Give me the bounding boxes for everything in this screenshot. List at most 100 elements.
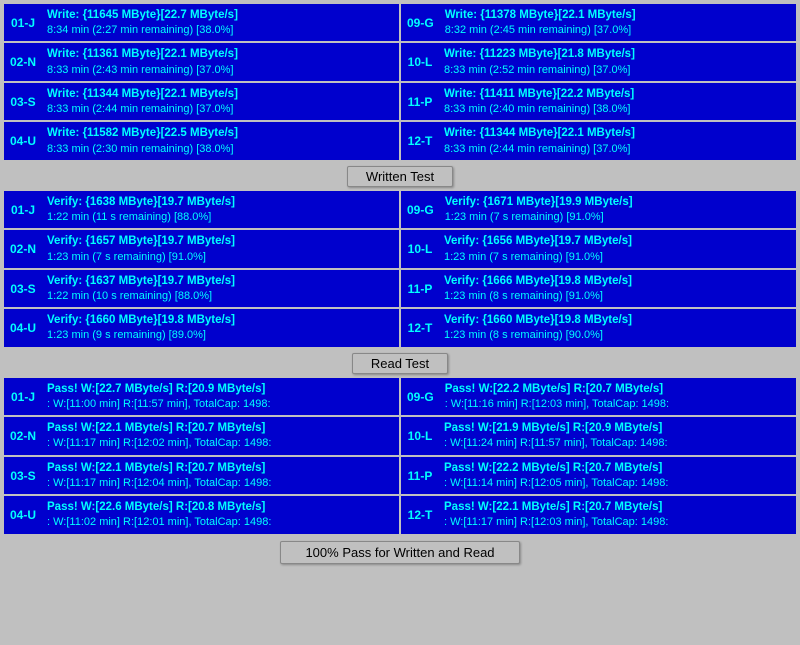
- left-line2-1: 8:33 min (2:43 min remaining) [37.0%]: [47, 63, 394, 78]
- right-content-3: Write: {11344 MByte}[22.1 MByte/s]8:33 m…: [439, 122, 796, 159]
- left-line2-0: : W:[11:00 min] R:[11:57 min], TotalCap:…: [47, 397, 394, 412]
- left-line1-3: Verify: {1660 MByte}[19.8 MByte/s]: [47, 312, 394, 328]
- left-label-3: 04-U: [4, 496, 42, 533]
- left-content-2: Write: {11344 MByte}[22.1 MByte/s]8:33 m…: [42, 83, 399, 120]
- left-content-0: Write: {11645 MByte}[22.7 MByte/s]8:34 m…: [42, 4, 399, 41]
- read-test-divider: Read Test: [4, 349, 796, 378]
- right-line1-2: Write: {11411 MByte}[22.2 MByte/s]: [444, 86, 791, 102]
- right-line1-0: Verify: {1671 MByte}[19.9 MByte/s]: [445, 194, 791, 210]
- grid-row-0: 01-J Pass! W:[22.7 MByte/s] R:[20.9 MByte…: [4, 378, 796, 415]
- right-line2-1: : W:[11:24 min] R:[11:57 min], TotalCap:…: [444, 436, 791, 451]
- left-cell-2: 03-SPass! W:[22.1 MByte/s] R:[20.7 MByte…: [4, 457, 399, 494]
- left-label-0: 01-J: [4, 378, 42, 415]
- grid-row-2: 03-SPass! W:[22.1 MByte/s] R:[20.7 MByte…: [4, 457, 796, 494]
- right-cell-1: 10-LWrite: {11223 MByte}[21.8 MByte/s]8:…: [401, 43, 796, 80]
- left-cell-2: 03-SWrite: {11344 MByte}[22.1 MByte/s]8:…: [4, 83, 399, 120]
- right-line2-0: 1:23 min (7 s remaining) [91.0%]: [445, 210, 791, 225]
- left-cell-3: 04-UVerify: {1660 MByte}[19.8 MByte/s]1:…: [4, 309, 399, 346]
- left-line2-1: 1:23 min (7 s remaining) [91.0%]: [47, 250, 394, 265]
- verify-section: 01-JVerify: {1638 MByte}[19.7 MByte/s]1:…: [4, 191, 796, 347]
- grid-row-0: 01-JVerify: {1638 MByte}[19.7 MByte/s]1:…: [4, 191, 796, 228]
- left-cell-0: 01-J Pass! W:[22.7 MByte/s] R:[20.9 MByte…: [4, 378, 399, 415]
- right-line1-2: Verify: {1666 MByte}[19.8 MByte/s]: [444, 273, 791, 289]
- right-label-0: 09-G: [401, 191, 440, 228]
- left-line1-2: Pass! W:[22.1 MByte/s] R:[20.7 MByte/s]: [47, 460, 394, 476]
- left-content-2: Pass! W:[22.1 MByte/s] R:[20.7 MByte/s]:…: [42, 457, 399, 494]
- right-line2-1: 1:23 min (7 s remaining) [91.0%]: [444, 250, 791, 265]
- written-test-divider: Written Test: [4, 162, 796, 191]
- left-line1-0: Pass! W:[22.7 MByte/s] R:[20.9 MByte/s]: [47, 381, 394, 397]
- left-line2-0: 8:34 min (2:27 min remaining) [38.0%]: [47, 23, 394, 38]
- left-line1-0: Verify: {1638 MByte}[19.7 MByte/s]: [47, 194, 394, 210]
- left-cell-1: 02-NPass! W:[22.1 MByte/s] R:[20.7 MByte…: [4, 417, 399, 454]
- left-label-1: 02-N: [4, 417, 42, 454]
- right-line1-3: Verify: {1660 MByte}[19.8 MByte/s]: [444, 312, 791, 328]
- read-test-label: Read Test: [352, 353, 448, 374]
- left-cell-3: 04-UWrite: {11582 MByte}[22.5 MByte/s]8:…: [4, 122, 399, 159]
- left-line2-3: 8:33 min (2:30 min remaining) [38.0%]: [47, 142, 394, 157]
- left-line2-1: : W:[11:17 min] R:[12:02 min], TotalCap:…: [47, 436, 394, 451]
- grid-row-2: 03-SVerify: {1637 MByte}[19.7 MByte/s]1:…: [4, 270, 796, 307]
- right-cell-3: 12-T Pass! W:[22.1 MByte/s] R:[20.7 MByte…: [401, 496, 796, 533]
- right-label-1: 10-L: [401, 230, 439, 267]
- left-line1-1: Write: {11361 MByte}[22.1 MByte/s]: [47, 46, 394, 62]
- left-label-2: 03-S: [4, 457, 42, 494]
- left-content-3: Write: {11582 MByte}[22.5 MByte/s]8:33 m…: [42, 122, 399, 159]
- left-content-3: Verify: {1660 MByte}[19.8 MByte/s]1:23 m…: [42, 309, 399, 346]
- grid-row-1: 02-NWrite: {11361 MByte}[22.1 MByte/s]8:…: [4, 43, 796, 80]
- right-label-1: 10-L: [401, 43, 439, 80]
- right-label-0: 09-G: [401, 378, 440, 415]
- left-line1-1: Pass! W:[22.1 MByte/s] R:[20.7 MByte/s]: [47, 420, 394, 436]
- right-label-2: 11-P: [401, 83, 439, 120]
- left-label-0: 01-J: [4, 4, 42, 41]
- right-cell-2: 11-PWrite: {11411 MByte}[22.2 MByte/s]8:…: [401, 83, 796, 120]
- right-line1-1: Pass! W:[21.9 MByte/s] R:[20.9 MByte/s]: [444, 420, 791, 436]
- right-line1-2: Pass! W:[22.2 MByte/s] R:[20.7 MByte/s]: [444, 460, 791, 476]
- left-content-1: Pass! W:[22.1 MByte/s] R:[20.7 MByte/s]:…: [42, 417, 399, 454]
- left-content-2: Verify: {1637 MByte}[19.7 MByte/s]1:22 m…: [42, 270, 399, 307]
- right-line2-1: 8:33 min (2:52 min remaining) [37.0%]: [444, 63, 791, 78]
- left-line2-3: : W:[11:02 min] R:[12:01 min], TotalCap:…: [47, 515, 394, 530]
- left-label-2: 03-S: [4, 270, 42, 307]
- left-cell-1: 02-NVerify: {1657 MByte}[19.7 MByte/s]1:…: [4, 230, 399, 267]
- left-line2-0: 1:22 min (11 s remaining) [88.0%]: [47, 210, 394, 225]
- left-cell-1: 02-NWrite: {11361 MByte}[22.1 MByte/s]8:…: [4, 43, 399, 80]
- grid-row-3: 04-UWrite: {11582 MByte}[22.5 MByte/s]8:…: [4, 122, 796, 159]
- right-cell-1: 10-LVerify: {1656 MByte}[19.7 MByte/s]1:…: [401, 230, 796, 267]
- right-line2-0: 8:32 min (2:45 min remaining) [37.0%]: [445, 23, 791, 38]
- left-content-1: Verify: {1657 MByte}[19.7 MByte/s]1:23 m…: [42, 230, 399, 267]
- left-line2-2: : W:[11:17 min] R:[12:04 min], TotalCap:…: [47, 476, 394, 491]
- left-cell-0: 01-J Verify: {1638 MByte}[19.7 MByte/s]1:…: [4, 191, 399, 228]
- right-content-2: Pass! W:[22.2 MByte/s] R:[20.7 MByte/s]:…: [439, 457, 796, 494]
- left-cell-3: 04-UPass! W:[22.6 MByte/s] R:[20.8 MByte…: [4, 496, 399, 533]
- left-content-3: Pass! W:[22.6 MByte/s] R:[20.8 MByte/s]:…: [42, 496, 399, 533]
- pass-section: 01-J Pass! W:[22.7 MByte/s] R:[20.9 MByte…: [4, 378, 796, 534]
- right-content-2: Write: {11411 MByte}[22.2 MByte/s]8:33 m…: [439, 83, 796, 120]
- written-test-label: Written Test: [347, 166, 453, 187]
- right-content-3: Verify: {1660 MByte}[19.8 MByte/s]1:23 m…: [439, 309, 796, 346]
- left-label-0: 01-J: [4, 191, 42, 228]
- right-line1-3: Pass! W:[22.1 MByte/s] R:[20.7 MByte/s]: [444, 499, 791, 515]
- left-line1-1: Verify: {1657 MByte}[19.7 MByte/s]: [47, 233, 394, 249]
- footer-label: 100% Pass for Written and Read: [280, 541, 519, 564]
- left-line2-2: 1:22 min (10 s remaining) [88.0%]: [47, 289, 394, 304]
- main-container: 01-JWrite: {11645 MByte}[22.7 MByte/s]8:…: [0, 0, 800, 573]
- right-line2-3: 8:33 min (2:44 min remaining) [37.0%]: [444, 142, 791, 157]
- right-cell-1: 10-L Pass! W:[21.9 MByte/s] R:[20.9 MByte…: [401, 417, 796, 454]
- right-cell-2: 11-PVerify: {1666 MByte}[19.8 MByte/s]1:…: [401, 270, 796, 307]
- right-cell-3: 12-TVerify: {1660 MByte}[19.8 MByte/s]1:…: [401, 309, 796, 346]
- right-line2-3: 1:23 min (8 s remaining) [90.0%]: [444, 328, 791, 343]
- right-label-3: 12-T: [401, 122, 439, 159]
- right-line1-0: Write: {11378 MByte}[22.1 MByte/s]: [445, 7, 791, 23]
- right-label-3: 12-T: [401, 496, 439, 533]
- write-section: 01-JWrite: {11645 MByte}[22.7 MByte/s]8:…: [4, 4, 796, 160]
- right-cell-3: 12-TWrite: {11344 MByte}[22.1 MByte/s]8:…: [401, 122, 796, 159]
- left-content-1: Write: {11361 MByte}[22.1 MByte/s]8:33 m…: [42, 43, 399, 80]
- right-label-2: 11-P: [401, 457, 439, 494]
- right-label-1: 10-L: [401, 417, 439, 454]
- left-label-2: 03-S: [4, 83, 42, 120]
- right-line1-0: Pass! W:[22.2 MByte/s] R:[20.7 MByte/s]: [445, 381, 791, 397]
- right-label-2: 11-P: [401, 270, 439, 307]
- right-line2-2: : W:[11:14 min] R:[12:05 min], TotalCap:…: [444, 476, 791, 491]
- left-line2-3: 1:23 min (9 s remaining) [89.0%]: [47, 328, 394, 343]
